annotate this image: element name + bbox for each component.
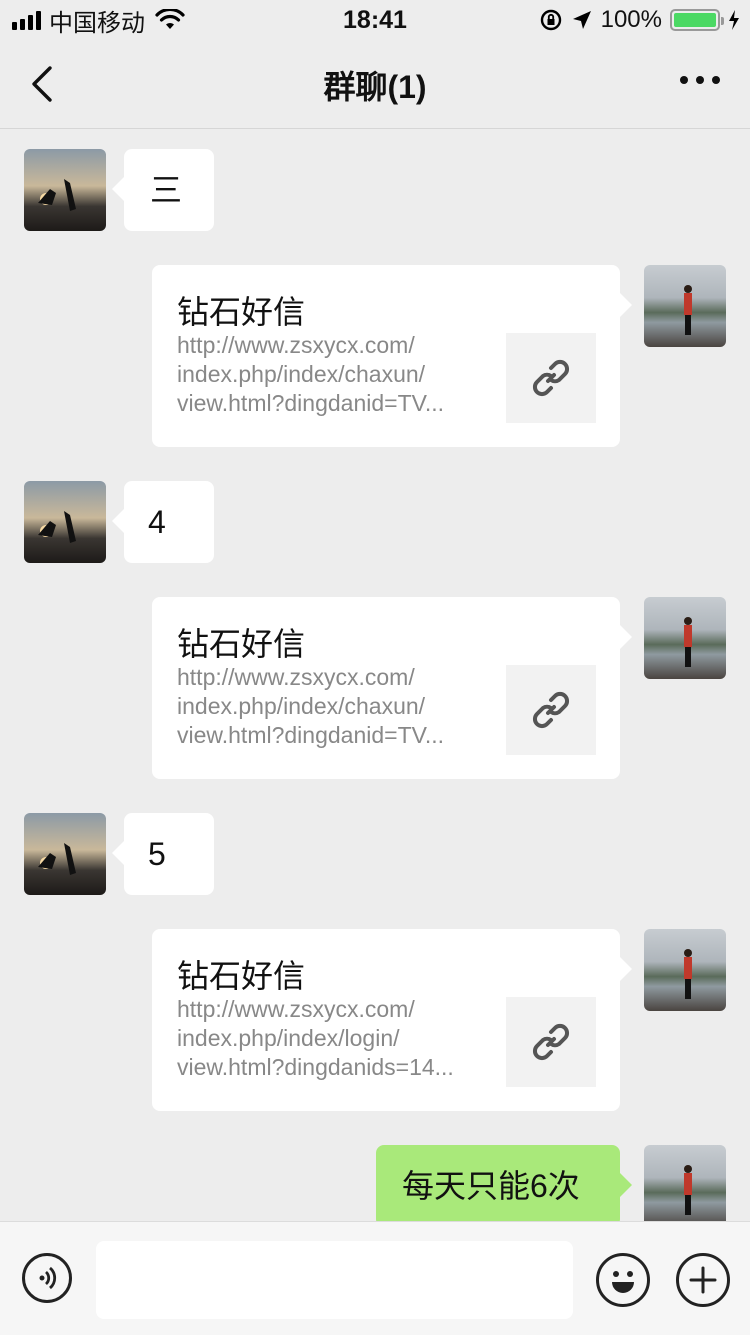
link-icon: [532, 691, 570, 729]
avatar[interactable]: [644, 929, 726, 1011]
message-text: 每天只能6次: [402, 1168, 580, 1204]
voice-button[interactable]: [22, 1253, 72, 1303]
link-card-url: http://www.zsxycx.com/ index.php/index/c…: [177, 332, 445, 416]
link-thumbnail: [506, 997, 596, 1087]
link-card-title: 钻石好信: [177, 626, 306, 662]
emoji-icon: [612, 1271, 634, 1293]
chat-title: 群聊(1): [323, 69, 427, 105]
link-card[interactable]: 钻石好信 http://www.zsxycx.com/ index.php/in…: [152, 929, 632, 1111]
link-card-title: 钻石好信: [177, 294, 306, 330]
link-icon: [532, 1023, 570, 1061]
link-icon: [532, 359, 570, 397]
message-text: 4: [148, 504, 166, 540]
message-bubble[interactable]: 三: [112, 149, 214, 231]
charging-icon: [729, 10, 739, 30]
input-bar: [0, 1221, 750, 1335]
chat-list[interactable]: 三 钻石好信 http://www.zsxycx.com/ index.php/…: [0, 129, 750, 1221]
plus-icon: [689, 1266, 717, 1294]
lock-rotation-icon: [540, 9, 561, 31]
message-bubble[interactable]: 4: [112, 481, 214, 563]
avatar[interactable]: [644, 597, 726, 679]
status-bar: 中国移动 18:41 100%: [0, 0, 750, 40]
message-input[interactable]: [96, 1241, 573, 1319]
link-card-title: 钻石好信: [177, 958, 306, 994]
status-right: 100%: [539, 6, 740, 34]
voice-icon: [39, 1266, 57, 1290]
message-text: 5: [148, 836, 166, 872]
avatar[interactable]: [644, 1145, 726, 1221]
link-card[interactable]: 钻石好信 http://www.zsxycx.com/ index.php/in…: [152, 597, 632, 779]
avatar[interactable]: [24, 149, 106, 231]
link-card-url: http://www.zsxycx.com/ index.php/index/l…: [177, 996, 454, 1080]
avatar[interactable]: [24, 481, 106, 563]
emoji-button[interactable]: [596, 1253, 650, 1307]
link-thumbnail: [506, 333, 596, 423]
location-icon: [572, 11, 591, 29]
link-card[interactable]: 钻石好信 http://www.zsxycx.com/ index.php/in…: [152, 265, 632, 447]
battery-percent: 100%: [600, 6, 662, 33]
battery-icon: [670, 9, 724, 31]
message-bubble[interactable]: 5: [112, 813, 214, 895]
message-text: 三: [150, 172, 183, 208]
nav-bar: 群聊(1): [0, 40, 750, 129]
avatar[interactable]: [644, 265, 726, 347]
plus-button[interactable]: [676, 1253, 730, 1307]
avatar[interactable]: [24, 813, 106, 895]
link-thumbnail: [506, 665, 596, 755]
link-card-url: http://www.zsxycx.com/ index.php/index/c…: [177, 664, 445, 748]
message-bubble[interactable]: 每天只能6次: [376, 1145, 632, 1221]
more-icon[interactable]: [680, 76, 720, 84]
